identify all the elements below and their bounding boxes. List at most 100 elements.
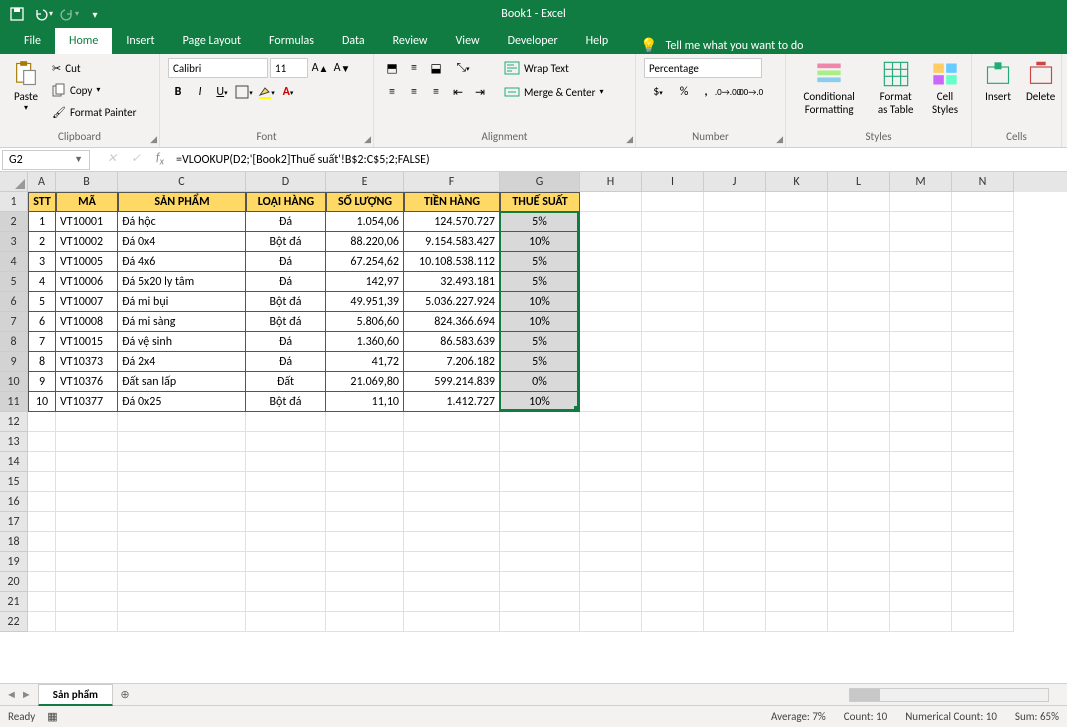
fx-icon[interactable]: fx: [148, 151, 172, 167]
row-header[interactable]: 17: [0, 512, 28, 532]
cell[interactable]: [704, 372, 766, 392]
cell[interactable]: [56, 472, 118, 492]
cell[interactable]: 142,97: [326, 272, 404, 292]
cell[interactable]: [246, 532, 326, 552]
format-as-table-button[interactable]: Format as Table: [870, 58, 921, 118]
cell[interactable]: [500, 572, 580, 592]
cell[interactable]: [642, 592, 704, 612]
cell[interactable]: [580, 572, 642, 592]
decrease-indent-icon[interactable]: ⇤: [448, 82, 468, 102]
cell[interactable]: [952, 332, 1014, 352]
horizontal-scrollbar[interactable]: [849, 688, 1049, 702]
cell[interactable]: [890, 552, 952, 572]
tab-file[interactable]: File: [10, 28, 55, 54]
align-top-icon[interactable]: ⬒: [382, 58, 402, 78]
cell[interactable]: [118, 572, 246, 592]
cell[interactable]: [404, 572, 500, 592]
cell[interactable]: [828, 192, 890, 212]
cell[interactable]: Đá: [246, 272, 326, 292]
cell[interactable]: 1.360,60: [326, 332, 404, 352]
cell[interactable]: [766, 332, 828, 352]
cell[interactable]: [952, 272, 1014, 292]
tab-review[interactable]: Review: [379, 28, 442, 54]
cell[interactable]: [404, 452, 500, 472]
col-header[interactable]: G: [500, 172, 580, 192]
cell[interactable]: [246, 572, 326, 592]
cell[interactable]: [642, 332, 704, 352]
cell[interactable]: 0%: [500, 372, 580, 392]
row-header[interactable]: 9: [0, 352, 28, 372]
tell-me[interactable]: 💡 Tell me what you want to do: [640, 37, 803, 54]
orientation-icon[interactable]: ⤡▾: [448, 58, 478, 78]
cell[interactable]: [890, 232, 952, 252]
cell[interactable]: [766, 212, 828, 232]
increase-decimal-icon[interactable]: .0→.00: [718, 82, 738, 102]
cell[interactable]: [890, 532, 952, 552]
cell[interactable]: [326, 532, 404, 552]
cell[interactable]: 10%: [500, 292, 580, 312]
cell[interactable]: [890, 412, 952, 432]
cell[interactable]: [56, 452, 118, 472]
cell[interactable]: [56, 492, 118, 512]
cell[interactable]: [500, 532, 580, 552]
cell[interactable]: [766, 512, 828, 532]
cell[interactable]: Bột đá: [246, 312, 326, 332]
cell[interactable]: VT10007: [56, 292, 118, 312]
cell[interactable]: Đá: [246, 332, 326, 352]
fill-color-button[interactable]: ▾: [256, 82, 276, 102]
row-header[interactable]: 16: [0, 492, 28, 512]
cell[interactable]: [890, 312, 952, 332]
cell[interactable]: [642, 292, 704, 312]
cell[interactable]: [952, 432, 1014, 452]
cell[interactable]: [28, 592, 56, 612]
cell[interactable]: 824.366.694: [404, 312, 500, 332]
cell[interactable]: [766, 272, 828, 292]
add-sheet-button[interactable]: ⊕: [113, 688, 137, 701]
cell[interactable]: [404, 412, 500, 432]
cell[interactable]: [952, 452, 1014, 472]
col-header[interactable]: I: [642, 172, 704, 192]
col-header[interactable]: N: [952, 172, 1014, 192]
cell[interactable]: [952, 192, 1014, 212]
row-header[interactable]: 18: [0, 532, 28, 552]
cell[interactable]: [828, 332, 890, 352]
cell[interactable]: [766, 252, 828, 272]
cell[interactable]: 124.570.727: [404, 212, 500, 232]
table-header-cell[interactable]: SỐ LƯỢNG: [326, 192, 404, 212]
align-center-icon[interactable]: ≡: [404, 82, 424, 102]
alignment-launcher-icon[interactable]: ◢: [626, 134, 633, 145]
cell[interactable]: [404, 432, 500, 452]
cell[interactable]: [952, 612, 1014, 632]
table-header-cell[interactable]: MÃ: [56, 192, 118, 212]
cell[interactable]: [246, 492, 326, 512]
cell[interactable]: [404, 532, 500, 552]
cell[interactable]: [952, 252, 1014, 272]
cell[interactable]: [326, 572, 404, 592]
row-header[interactable]: 3: [0, 232, 28, 252]
cell[interactable]: [326, 552, 404, 572]
cell[interactable]: [326, 612, 404, 632]
cell[interactable]: [952, 352, 1014, 372]
wrap-text-button[interactable]: Wrap Text: [502, 58, 606, 78]
cell[interactable]: [580, 472, 642, 492]
font-size-input[interactable]: [270, 58, 308, 78]
cell[interactable]: [766, 452, 828, 472]
cell[interactable]: [704, 612, 766, 632]
cell[interactable]: 8: [28, 352, 56, 372]
cell[interactable]: [704, 512, 766, 532]
sheet-nav-next-icon[interactable]: ►: [21, 688, 32, 701]
accept-formula-icon[interactable]: ✓: [124, 151, 148, 167]
cell[interactable]: [118, 452, 246, 472]
cell[interactable]: 5%: [500, 212, 580, 232]
cell[interactable]: [580, 212, 642, 232]
cell[interactable]: [246, 512, 326, 532]
cell[interactable]: [642, 472, 704, 492]
cell[interactable]: [56, 512, 118, 532]
cell[interactable]: [828, 452, 890, 472]
cell[interactable]: [642, 552, 704, 572]
cell[interactable]: [500, 412, 580, 432]
select-all-corner[interactable]: [0, 172, 28, 192]
font-name-input[interactable]: [168, 58, 268, 78]
cell[interactable]: [828, 232, 890, 252]
cell[interactable]: [952, 372, 1014, 392]
